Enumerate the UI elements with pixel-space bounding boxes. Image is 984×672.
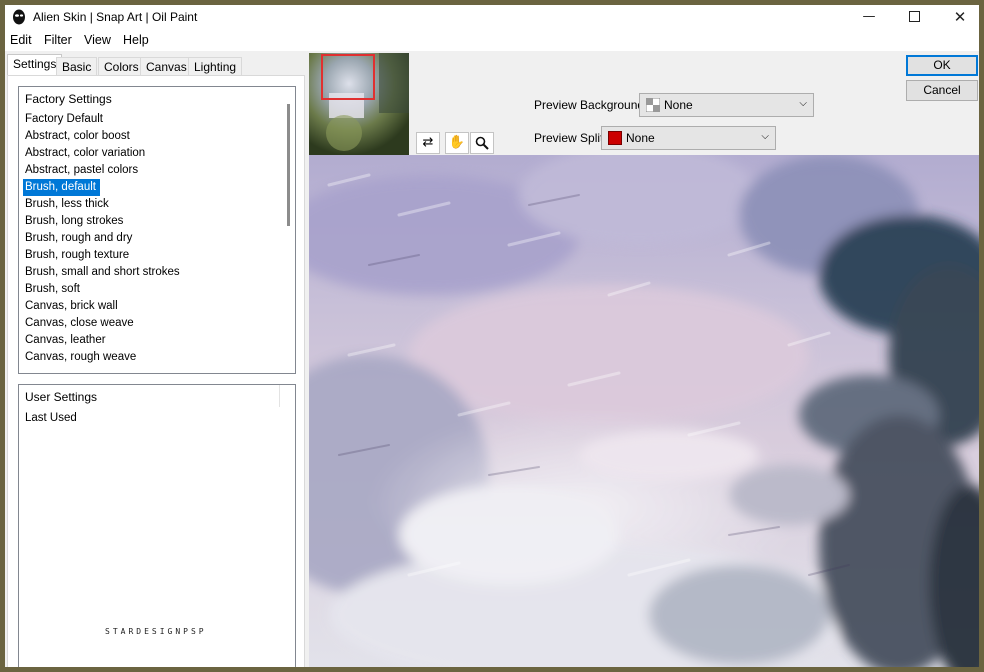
tab-settings[interactable]: Settings: [7, 54, 63, 76]
plugin-window: Alien Skin | Snap Art | Oil Paint — ✕ Ed…: [5, 5, 979, 667]
user-settings-header: User Settings: [25, 390, 98, 404]
list-item[interactable]: Abstract, pastel colors: [23, 162, 285, 179]
split-compare-button[interactable]: ⇄: [416, 132, 440, 154]
list-item[interactable]: Brush, less thick: [23, 196, 285, 213]
alien-skin-logo-icon: [13, 9, 25, 25]
list-item[interactable]: Canvas, rough weave: [23, 349, 285, 366]
list-item[interactable]: Brush, long strokes: [23, 213, 285, 230]
thumbnail-image: [309, 53, 409, 155]
checkerboard-swatch-icon: [646, 98, 660, 112]
minimize-button[interactable]: —: [846, 5, 892, 29]
title-bar[interactable]: Alien Skin | Snap Art | Oil Paint — ✕: [5, 5, 979, 29]
preview-split-label: Preview Split:: [534, 131, 607, 145]
list-item[interactable]: Canvas, leather: [23, 332, 285, 349]
list-item[interactable]: Brush, rough and dry: [23, 230, 285, 247]
factory-settings-header: Factory Settings: [25, 92, 112, 106]
hand-pan-icon: ✋: [448, 135, 466, 150]
chevron-down-icon: ⌵: [799, 98, 807, 109]
list-item-selected[interactable]: Brush, default: [23, 179, 100, 196]
preview-canvas[interactable]: [309, 155, 979, 667]
cancel-button[interactable]: Cancel: [906, 80, 978, 101]
menu-help[interactable]: Help: [123, 33, 149, 47]
window-title: Alien Skin | Snap Art | Oil Paint: [33, 10, 198, 24]
factory-settings-list[interactable]: Factory Settings Factory Default Abstrac…: [18, 86, 296, 374]
preview-split-value: None: [626, 131, 655, 145]
preview-background-label: Preview Background:: [534, 98, 648, 112]
zoom-icon: [475, 136, 489, 150]
maximize-icon: [908, 11, 920, 22]
chevron-down-icon: ⌵: [761, 131, 769, 142]
maximize-button[interactable]: [891, 5, 937, 29]
list-item[interactable]: Canvas, brick wall: [23, 298, 285, 315]
menu-view[interactable]: View: [84, 33, 111, 47]
list-item[interactable]: Canvas, close weave: [23, 315, 285, 332]
user-settings-items: Last Used: [23, 410, 285, 427]
list-item[interactable]: Factory Default: [23, 111, 285, 128]
preview-split-select[interactable]: None ⌵: [601, 126, 776, 150]
settings-pane: Factory Settings Factory Default Abstrac…: [7, 75, 305, 667]
ok-button[interactable]: OK: [906, 55, 978, 76]
list-scrollbar[interactable]: [287, 104, 290, 226]
split-compare-icon: ⇄: [422, 135, 434, 150]
oil-paint-preview-image: [309, 155, 979, 667]
menu-edit[interactable]: Edit: [10, 33, 32, 47]
list-item[interactable]: Abstract, color variation: [23, 145, 285, 162]
list-item-last-used[interactable]: Last Used: [23, 410, 285, 427]
selected-row-wrapper: Brush, default: [23, 179, 285, 196]
tab-strip: Settings Basic Colors Canvas Lighting: [5, 54, 305, 76]
menu-filter[interactable]: Filter: [44, 33, 72, 47]
tab-canvas[interactable]: Canvas: [140, 57, 193, 76]
close-icon: ✕: [953, 8, 967, 26]
hand-pan-button[interactable]: ✋: [445, 132, 469, 154]
header-divider: [279, 385, 280, 407]
navigator-thumbnail[interactable]: [309, 53, 409, 155]
preview-background-value: None: [664, 98, 693, 112]
menu-bar: Edit Filter View Help: [5, 29, 979, 51]
tab-lighting[interactable]: Lighting: [188, 57, 243, 76]
tab-basic[interactable]: Basic: [56, 57, 98, 76]
user-settings-list[interactable]: User Settings Last Used STARDESIGNPSP: [18, 384, 296, 667]
red-swatch-icon: [608, 131, 622, 145]
preview-background-select[interactable]: None ⌵: [639, 93, 814, 117]
list-item[interactable]: Brush, soft: [23, 281, 285, 298]
factory-settings-items: Factory Default Abstract, color boost Ab…: [23, 111, 285, 366]
list-item[interactable]: Brush, small and short strokes: [23, 264, 285, 281]
list-item[interactable]: Abstract, color boost: [23, 128, 285, 145]
close-button[interactable]: ✕: [937, 5, 979, 29]
zoom-button[interactable]: [470, 132, 494, 154]
tab-colors[interactable]: Colors: [98, 57, 145, 76]
minimize-icon: —: [862, 9, 876, 24]
watermark-text: STARDESIGNPSP: [105, 627, 207, 636]
list-item[interactable]: Brush, rough texture: [23, 247, 285, 264]
